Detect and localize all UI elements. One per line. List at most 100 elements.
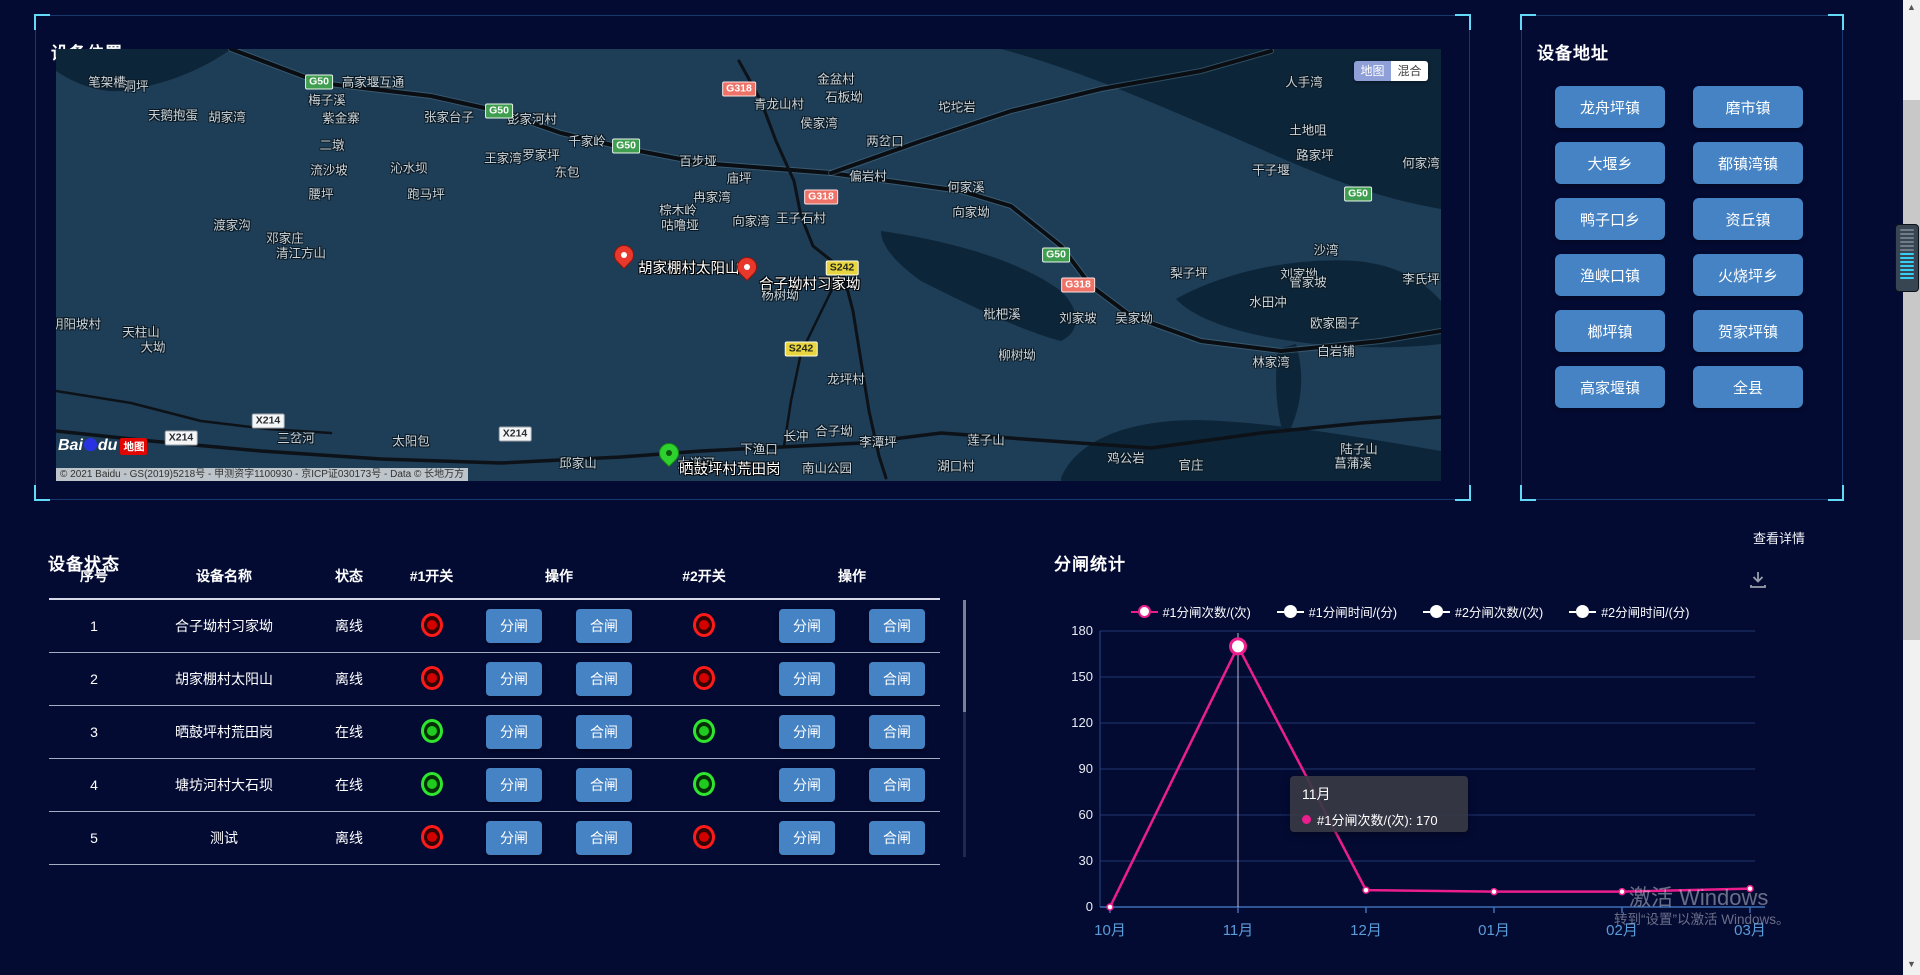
widget-stripe [1900, 269, 1914, 271]
series-dot-icon [1302, 815, 1311, 824]
close-switch-button[interactable]: 合闸 [869, 662, 925, 696]
map-place-label: 流沙坡 [310, 160, 348, 179]
table-row: 2胡家棚村太阳山离线分闸合闸分闸合闸 [49, 653, 940, 706]
close-switch-button[interactable]: 合闸 [576, 715, 632, 749]
widget-stripe [1900, 273, 1914, 275]
close-switch-button[interactable]: 合闸 [576, 821, 632, 855]
open-switch-button[interactable]: 分闸 [779, 609, 835, 643]
view-details-link[interactable]: 查看详情 [1753, 528, 1805, 547]
widget-stripe [1900, 249, 1914, 251]
address-button[interactable]: 榔坪镇 [1555, 310, 1665, 352]
tooltip-title: 11月 [1302, 784, 1456, 804]
switch2-indicator [693, 666, 715, 690]
address-button[interactable]: 全县 [1693, 366, 1803, 408]
table-scrollbar-thumb[interactable] [963, 600, 966, 712]
map-place-label: 吴家坳 [1115, 308, 1153, 327]
open-switch-button[interactable]: 分闸 [486, 662, 542, 696]
map-place-label: 沙湾 [1313, 240, 1338, 259]
map-place-label: 南山公园 [802, 458, 852, 477]
dashboard: 设备位置 笔架槽洞坪天鹅抱蛋胡 [0, 0, 1920, 975]
row-index: 1 [49, 599, 139, 653]
map-type-option[interactable]: 混合 [1391, 61, 1428, 81]
open-switch-button[interactable]: 分闸 [779, 821, 835, 855]
address-button[interactable]: 火烧坪乡 [1693, 254, 1803, 296]
map-place-label: 阴阳坡村 [56, 314, 101, 333]
svg-text:30: 30 [1079, 853, 1093, 868]
table-column-header: 操作 [474, 566, 644, 599]
close-switch-button[interactable]: 合闸 [869, 768, 925, 802]
table-column-header: #2开关 [644, 566, 764, 599]
row-index: 2 [49, 653, 139, 706]
scroll-indicator-widget[interactable] [1895, 224, 1919, 292]
map-place-label: 偏岩村 [849, 166, 887, 185]
close-switch-button[interactable]: 合闸 [869, 715, 925, 749]
address-button[interactable]: 贺家坪镇 [1693, 310, 1803, 352]
device-status: 离线 [309, 599, 389, 653]
tooltip-value: #1分闸次数/(次): 170 [1317, 810, 1438, 829]
close-switch-button[interactable]: 合闸 [576, 609, 632, 643]
svg-text:12月: 12月 [1350, 922, 1382, 939]
address-button[interactable]: 磨市镇 [1693, 86, 1803, 128]
map-place-label: 彭家河村 [507, 109, 557, 128]
close-switch-button[interactable]: 合闸 [576, 768, 632, 802]
open-switch-button[interactable]: 分闸 [779, 768, 835, 802]
device-name: 胡家棚村太阳山 [139, 653, 309, 706]
table-scrollbar[interactable] [963, 600, 966, 857]
map-place-label: 枇杷溪 [983, 304, 1021, 323]
chart-section-title: 分闸统计 [1054, 550, 1126, 575]
map-place-label: 沁水坝 [390, 158, 428, 177]
map-place-label: 刘家坡 [1059, 308, 1097, 327]
map-marker-label: 合子坳村习家坳 [759, 273, 861, 294]
address-button[interactable]: 大堰乡 [1555, 142, 1665, 184]
switch1-indicator [421, 825, 443, 849]
svg-text:180: 180 [1071, 623, 1093, 638]
table-row: 5测试离线分闸合闸分闸合闸 [49, 812, 940, 865]
svg-text:150: 150 [1071, 669, 1093, 684]
scrollbar-up-arrow[interactable]: ▲ [1903, 2, 1920, 16]
open-switch-button[interactable]: 分闸 [486, 821, 542, 855]
address-button[interactable]: 鸭子口乡 [1555, 198, 1665, 240]
address-button[interactable]: 都镇湾镇 [1693, 142, 1803, 184]
close-switch-button[interactable]: 合闸 [869, 821, 925, 855]
road-shield: G318 [1061, 278, 1095, 293]
address-button[interactable]: 龙舟坪镇 [1555, 86, 1665, 128]
baidu-paw-icon [84, 438, 97, 451]
address-button[interactable]: 资丘镇 [1693, 198, 1803, 240]
address-button[interactable]: 高家堰镇 [1555, 366, 1665, 408]
baidu-map[interactable]: 笔架槽洞坪天鹅抱蛋胡家湾高家堰互通梅子溪紫金寨二墩流沙坡沁水坝腰坪跑马坪渡家沟邓… [56, 49, 1441, 481]
close-switch-button[interactable]: 合闸 [576, 662, 632, 696]
map-place-label: 笔架槽 [88, 72, 126, 91]
map-place-label: 石板坳 [825, 87, 863, 106]
download-icon[interactable] [1748, 570, 1768, 590]
open-switch-button[interactable]: 分闸 [486, 609, 542, 643]
corner-decoration [1455, 485, 1471, 501]
open-switch-button[interactable]: 分闸 [779, 715, 835, 749]
widget-stripe [1900, 229, 1914, 231]
open-switch-button[interactable]: 分闸 [486, 715, 542, 749]
map-place-label: 湖口村 [937, 456, 975, 475]
chart-tooltip: 11月 #1分闸次数/(次): 170 [1290, 776, 1468, 832]
map-place-label: 向家湾 [732, 211, 770, 230]
scrollbar-down-arrow[interactable]: ▼ [1903, 959, 1920, 973]
map-place-label: 王子石村 [776, 208, 826, 227]
map-type-toggle[interactable]: 地图混合 [1354, 61, 1428, 81]
open-switch-button[interactable]: 分闸 [779, 662, 835, 696]
map-place-label: 青龙山村 [754, 94, 804, 113]
map-place-label: 张家台子 [424, 107, 474, 126]
close-switch-button[interactable]: 合闸 [869, 609, 925, 643]
map-place-label: 东包 [554, 162, 579, 181]
address-button[interactable]: 渔峡口镇 [1555, 254, 1665, 296]
map-place-label: 千家岭 [568, 131, 606, 150]
map-place-label: 干子堰 [1252, 160, 1290, 179]
switch2-indicator [693, 719, 715, 743]
page-scrollbar-thumb[interactable] [1903, 100, 1920, 640]
road-shield: S242 [785, 342, 818, 357]
address-panel-title: 设备地址 [1537, 39, 1609, 64]
switch1-indicator [421, 719, 443, 743]
map-place-label: 欧家圈子 [1310, 313, 1360, 332]
map-place-label: 柳树坳 [998, 345, 1036, 364]
open-switch-button[interactable]: 分闸 [486, 768, 542, 802]
corner-decoration [1520, 485, 1536, 501]
map-place-label: 合子坳 [815, 421, 853, 440]
map-type-option[interactable]: 地图 [1354, 61, 1391, 81]
